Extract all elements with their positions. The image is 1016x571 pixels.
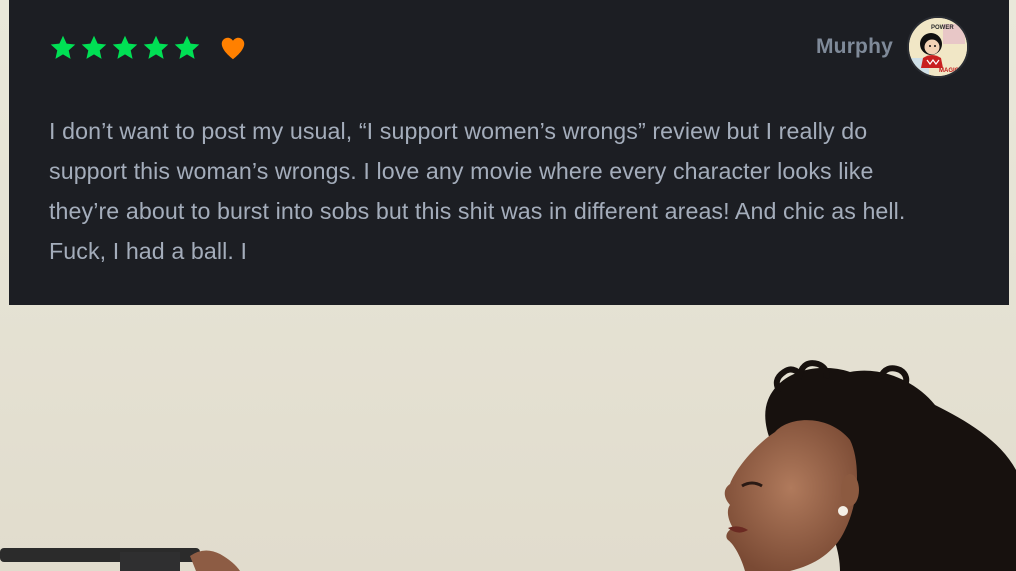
star-icon [142,34,170,62]
review-page: Murphy POWER MAGIC I don’t want to post [0,0,1016,571]
heart-icon [218,33,248,63]
review-card: Murphy POWER MAGIC I don’t want to post [9,0,1009,305]
star-rating [49,33,248,63]
star-icon [173,34,201,62]
review-text: I don’t want to post my usual, “I suppor… [49,118,906,264]
star-icon [111,34,139,62]
star-icon [49,34,77,62]
reviewer-name[interactable]: Murphy [816,35,893,59]
star-icon [80,34,108,62]
reviewer[interactable]: Murphy POWER MAGIC [816,16,969,78]
svg-text:POWER: POWER [931,25,954,31]
avatar[interactable]: POWER MAGIC [907,16,969,78]
svg-text:MAGIC: MAGIC [939,68,960,74]
